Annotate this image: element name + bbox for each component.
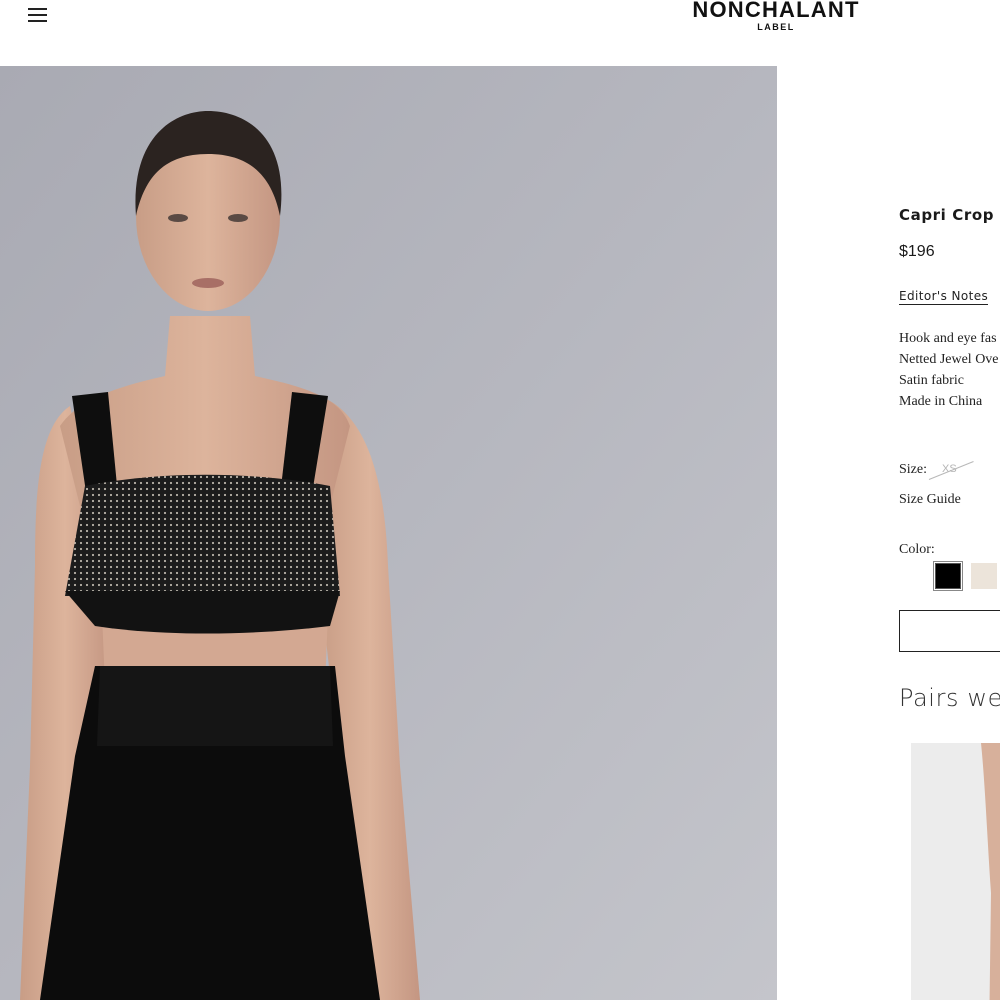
hamburger-menu-icon[interactable] [26, 6, 50, 26]
size-label: Size: [899, 462, 927, 477]
product-info-panel: Capri Crop $196 Editor's Notes Hook and … [777, 66, 1000, 1000]
model-photo-illustration [0, 66, 777, 1000]
size-guide-link[interactable]: Size Guide [899, 492, 961, 508]
detail-item: Made in China [899, 394, 983, 409]
site-header: NONCHALANT LABEL [0, 0, 1000, 66]
product-page: NONCHALANT LABEL Capri Crop $196 Editor'… [0, 0, 1000, 1000]
size-option-xs-unavailable[interactable]: XS [928, 457, 974, 483]
color-swatch-black[interactable] [935, 563, 961, 589]
brand-logo[interactable]: NONCHALANT LABEL [686, 0, 866, 32]
product-price: $196 [899, 243, 935, 260]
product-details-list: Hook and eye fas Netted Jewel Ove Satin … [899, 328, 999, 412]
brand-sub: LABEL [757, 22, 795, 32]
menu-line [28, 8, 47, 10]
product-title: Capri Crop [899, 206, 995, 224]
recommended-product-image[interactable] [911, 743, 1000, 1000]
detail-item: Netted Jewel Ove [899, 352, 999, 367]
menu-line [28, 20, 47, 22]
detail-item: Hook and eye fas [899, 331, 997, 346]
brand-name: NONCHALANT [692, 0, 860, 22]
color-swatch-cream[interactable] [971, 563, 997, 589]
menu-line [28, 14, 47, 16]
editors-notes-link[interactable]: Editor's Notes [899, 289, 989, 305]
add-to-cart-button[interactable] [899, 610, 1000, 652]
pairs-well-heading: Pairs we [899, 684, 1000, 712]
recommended-product-illustration [911, 743, 1000, 1000]
product-photo[interactable] [0, 66, 777, 1000]
color-label: Color: [899, 542, 935, 557]
detail-item: Satin fabric [899, 373, 964, 388]
